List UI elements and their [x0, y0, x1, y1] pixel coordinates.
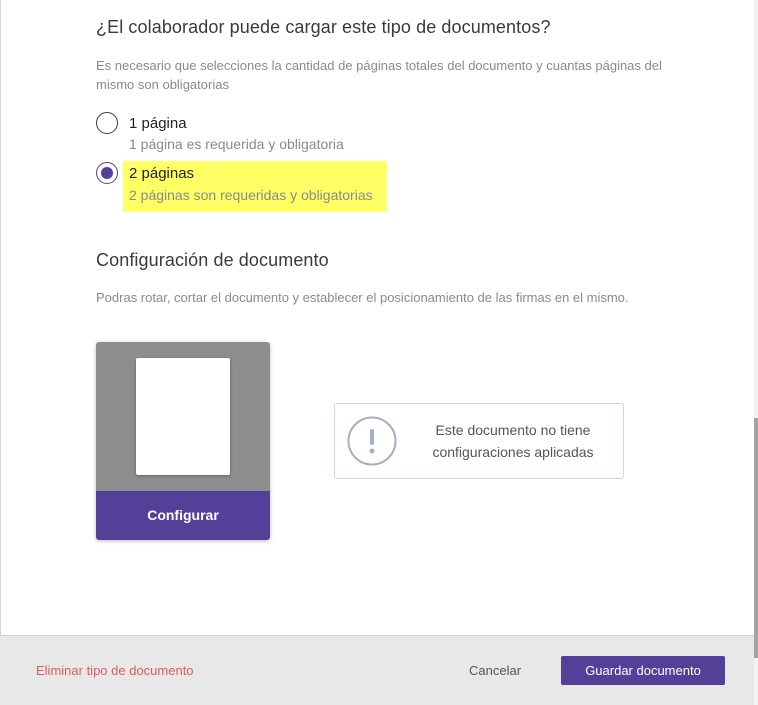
document-card: Configurar: [96, 342, 270, 540]
scrollbar-thumb[interactable]: [754, 418, 758, 658]
option-one-page-sublabel: 1 página es requerida y obligatoria: [129, 136, 344, 152]
radio-one-page[interactable]: [96, 112, 118, 134]
option-two-pages-label: 2 páginas: [129, 165, 195, 182]
upload-section-description: Es necesario que selecciones la cantidad…: [96, 58, 662, 92]
no-config-message: Este documento no tiene configuraciones …: [432, 422, 594, 460]
config-section-description: Podras rotar, cortar el documento y esta…: [96, 290, 629, 305]
no-config-info-box: Este documento no tiene configuraciones …: [334, 403, 624, 479]
footer-bar: Eliminar tipo de documento Cancelar Guar…: [0, 635, 754, 705]
option-two-pages-sublabel: 2 páginas son requeridas y obligatorias: [129, 187, 373, 203]
configure-button[interactable]: Configurar: [96, 491, 270, 540]
document-page-thumbnail: [136, 358, 230, 475]
upload-section-title: ¿El colaborador puede cargar este tipo d…: [96, 17, 551, 37]
cancel-button[interactable]: Cancelar: [469, 663, 521, 678]
option-one-page-label: 1 página: [129, 115, 187, 132]
save-document-button[interactable]: Guardar documento: [561, 656, 725, 685]
config-section-title: Configuración de documento: [96, 250, 329, 270]
document-type-panel: ¿El colaborador puede cargar este tipo d…: [0, 0, 755, 705]
radio-two-pages[interactable]: [96, 162, 118, 184]
delete-document-type-link[interactable]: Eliminar tipo de documento: [36, 663, 194, 678]
document-preview: [96, 342, 270, 491]
exclamation-circle-icon: [347, 416, 397, 466]
